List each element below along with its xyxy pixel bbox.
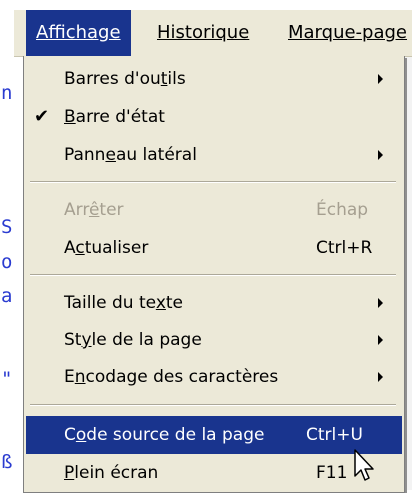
background-text-fragment: " (1, 368, 13, 390)
menu-affichage[interactable]: Affichage (26, 10, 131, 56)
mouse-pointer-icon (354, 449, 374, 481)
background-text-fragment: ß (1, 451, 13, 473)
menu-bar: Affichage Historique Marque-page (14, 10, 412, 57)
menu-item-shortcut: Échap (316, 200, 369, 220)
menu-separator (30, 274, 396, 276)
submenu-arrow-icon (378, 150, 383, 160)
menu-item-code-source[interactable]: Code source de la page Ctrl+U (26, 416, 402, 454)
menu-item-label: Panneau latéral (64, 145, 197, 165)
menu-item-label: Style de la page (64, 330, 202, 350)
menu-item-barres-outils[interactable]: Barres d'outils (26, 60, 402, 98)
submenu-arrow-icon (378, 74, 383, 84)
menu-item-label: Barre d'état (64, 107, 165, 127)
menu-marque-pages[interactable]: Marque-page (278, 10, 412, 56)
menu-item-arreter: Arrêter Échap (26, 191, 402, 229)
menu-marque-pages-label: Marque-page (288, 22, 408, 43)
menu-item-actualiser[interactable]: Actualiser Ctrl+R (26, 229, 402, 267)
submenu-arrow-icon (378, 335, 383, 345)
menu-item-encodage[interactable]: Encodage des caractères (26, 358, 402, 396)
menu-historique[interactable]: Historique (147, 10, 259, 56)
menu-item-barre-etat[interactable]: ✔ Barre d'état (26, 98, 402, 136)
menu-item-plein-ecran[interactable]: Plein écran F11 (26, 454, 402, 492)
affichage-dropdown-menu: Barres d'outils ✔ Barre d'état Panneau l… (23, 56, 405, 493)
menu-item-label: Encodage des caractères (64, 367, 279, 387)
menu-item-shortcut: Ctrl+R (316, 238, 373, 258)
menu-item-taille-texte[interactable]: Taille du texte (26, 284, 402, 322)
menu-item-label: Barres d'outils (64, 69, 186, 89)
menu-item-style-page[interactable]: Style de la page (26, 321, 402, 359)
background-text-fragment: a (1, 285, 13, 307)
background-text-fragment: n (1, 82, 13, 104)
menu-item-label: Arrêter (64, 200, 124, 220)
menu-item-panneau-lateral[interactable]: Panneau latéral (26, 136, 402, 174)
menu-separator (30, 404, 396, 406)
menu-item-label: Taille du texte (64, 293, 184, 313)
background-text-fragment: o (1, 251, 13, 273)
checkmark-icon: ✔ (34, 106, 50, 127)
menu-affichage-label: Affichage (36, 22, 121, 43)
menu-separator (30, 181, 396, 183)
submenu-arrow-icon (378, 372, 383, 382)
menu-item-label: Code source de la page (64, 425, 265, 445)
background-text-fragment: S (1, 216, 13, 238)
menu-item-label: Plein écran (64, 463, 159, 483)
menu-item-shortcut: F11 (316, 463, 348, 483)
menu-item-label: Actualiser (64, 238, 149, 258)
submenu-arrow-icon (378, 298, 383, 308)
menu-historique-label: Historique (157, 22, 250, 43)
